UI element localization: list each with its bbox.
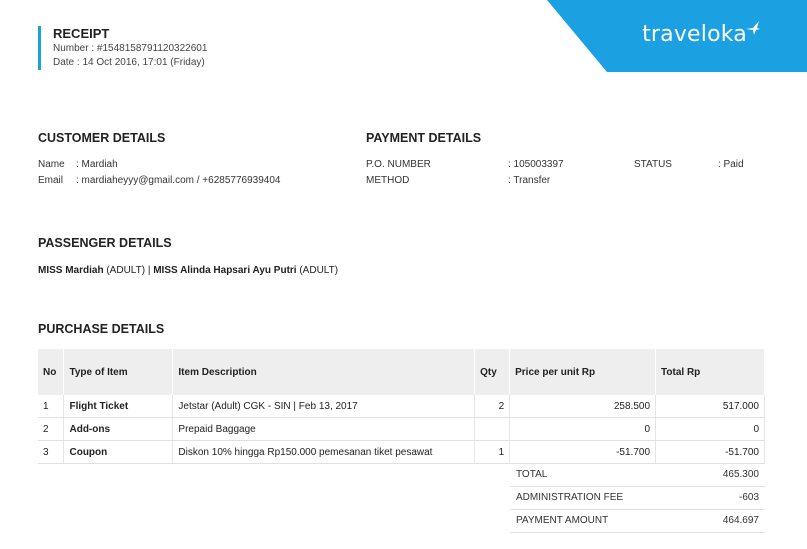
col-header-desc: Item Description	[172, 349, 476, 395]
cell-desc: Diskon 10% hingga Rp150.000 pemesanan ti…	[172, 440, 476, 464]
status-label: STATUS	[634, 159, 672, 170]
bird-icon	[745, 20, 761, 41]
passenger-1-type: (ADULT) |	[103, 265, 154, 276]
passenger-details-title: PASSENGER DETAILS	[38, 236, 172, 250]
receipt-date: Date : 14 Oct 2016, 17:01 (Friday)	[53, 57, 205, 68]
purchase-table: No Type of Item Item Description Qty Pri…	[38, 349, 765, 464]
cell-price: 0	[509, 417, 657, 441]
method-value: : Transfer	[508, 175, 551, 186]
col-header-qty: Qty	[474, 349, 511, 395]
status-value: : Paid	[718, 159, 744, 170]
passenger-1-name: MISS Mardiah	[38, 265, 104, 276]
customer-details-title: CUSTOMER DETAILS	[38, 131, 166, 145]
cell-no: 2	[38, 417, 65, 441]
customer-email-value: : mardiaheyyy@gmail.com / +6285776939404	[76, 175, 281, 186]
po-number-value: : 105003397	[508, 159, 564, 170]
cell-desc: Jetstar (Adult) CGK - SIN | Feb 13, 2017	[172, 395, 476, 418]
table-header-row: No Type of Item Item Description Qty Pri…	[38, 349, 765, 395]
cell-qty: 1	[474, 440, 511, 464]
cell-type: Flight Ticket	[63, 395, 174, 418]
total-label: TOTAL	[516, 469, 548, 480]
method-label: METHOD	[366, 175, 410, 186]
summary-payment-row: PAYMENT AMOUNT 464.697	[510, 510, 765, 533]
cell-no: 1	[38, 395, 65, 418]
passenger-2-type: (ADULT)	[296, 265, 339, 276]
brand-logo: traveloka	[642, 22, 747, 47]
cell-no: 3	[38, 440, 65, 464]
payment-amount-value: 464.697	[722, 515, 759, 526]
receipt-title: RECEIPT	[53, 26, 110, 41]
cell-price: 258.500	[509, 395, 657, 418]
cell-type: Coupon	[63, 440, 174, 464]
cell-total: -51.700	[655, 440, 765, 464]
receipt-number: Number : #1548158791120322601	[53, 43, 208, 54]
col-header-no: No	[38, 349, 65, 395]
summary-total-row: TOTAL 465.300	[510, 464, 765, 487]
customer-email-label: Email	[38, 175, 64, 186]
cell-desc: Prepaid Baggage	[172, 417, 476, 441]
passenger-line: MISS Mardiah (ADULT) | MISS Alinda Hapsa…	[38, 265, 338, 276]
customer-name-label: Name	[38, 159, 65, 170]
cell-type: Add-ons	[63, 417, 174, 441]
admin-fee-value: -603	[738, 492, 759, 503]
cell-total: 517.000	[655, 395, 765, 418]
receipt-header: RECEIPT Number : #1548158791120322601 Da…	[38, 26, 207, 70]
passenger-2-name: MISS Alinda Hapsari Ayu Putri	[153, 265, 297, 276]
admin-fee-label: ADMINISTRATION FEE	[516, 492, 624, 503]
summary-admin-row: ADMINISTRATION FEE -603	[510, 487, 765, 510]
total-value: 465.300	[722, 469, 759, 480]
cell-qty: 2	[474, 395, 511, 418]
table-row: 1 Flight Ticket Jetstar (Adult) CGK - SI…	[38, 395, 765, 418]
cell-total: 0	[655, 417, 765, 441]
customer-name-value: : Mardiah	[76, 159, 118, 170]
col-header-type: Type of Item	[63, 349, 174, 395]
po-number-label: P.O. NUMBER	[366, 159, 431, 170]
col-header-total: Total Rp	[655, 349, 765, 395]
payment-details-title: PAYMENT DETAILS	[366, 131, 482, 145]
table-row: 3 Coupon Diskon 10% hingga Rp150.000 pem…	[38, 440, 765, 464]
cell-price: -51.700	[509, 440, 657, 464]
col-header-price: Price per unit Rp	[509, 349, 657, 395]
cell-qty	[474, 417, 511, 441]
table-row: 2 Add-ons Prepaid Baggage 0 0	[38, 417, 765, 441]
purchase-details-title: PURCHASE DETAILS	[38, 322, 165, 336]
payment-amount-label: PAYMENT AMOUNT	[516, 515, 609, 526]
